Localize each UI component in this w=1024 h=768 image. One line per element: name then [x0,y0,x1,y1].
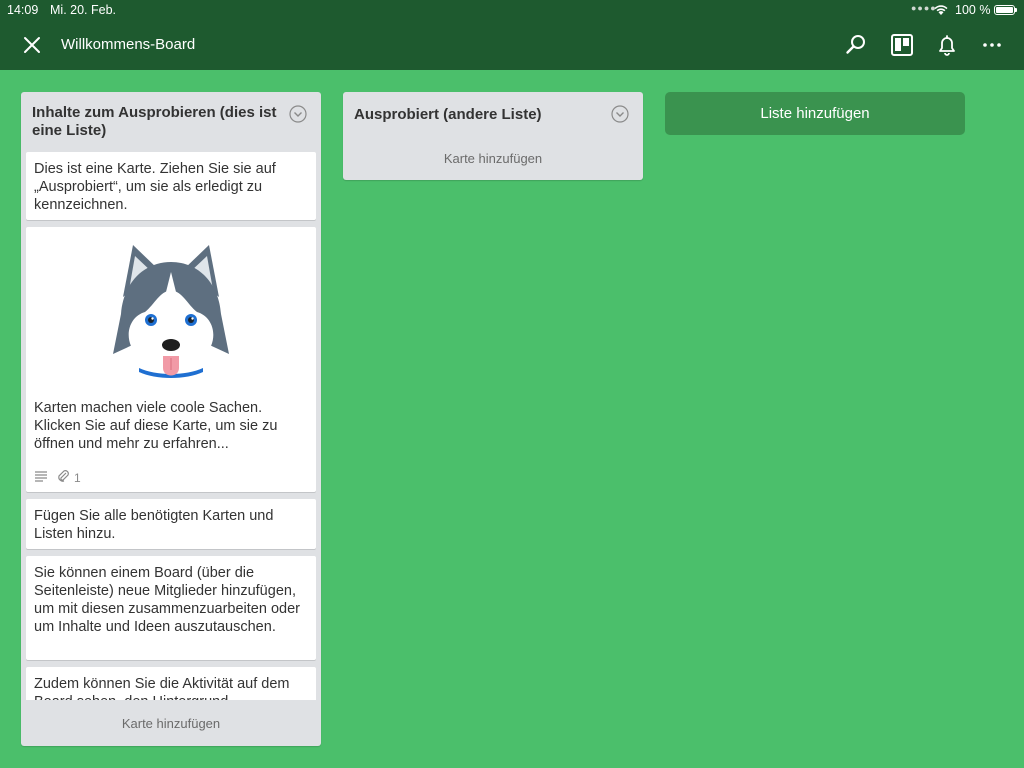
bell-icon[interactable] [935,33,959,57]
status-time: 14:09 [7,3,39,17]
add-list-button[interactable]: Liste hinzufügen [665,92,965,135]
list-ideas: Inhalte zum Ausprobieren (dies ist eine … [21,92,321,746]
description-icon [35,471,47,482]
chevron-down-icon[interactable] [611,105,629,123]
status-bar: 14:09 Mi. 20. Feb. ●●●● 100 % [0,0,1024,20]
more-icon[interactable] [980,33,1004,57]
husky-image [113,245,229,378]
list-card[interactable]: Sie können einem Board (über die Seitenl… [26,556,316,660]
cards-container[interactable]: Dies ist eine Karte. Ziehen Sie sie auf … [21,152,321,700]
card-text: Fügen Sie alle benötigten Karten und Lis… [34,508,274,542]
board-title: Willkommens-Board [61,36,196,53]
top-bar: 14:09 Mi. 20. Feb. ●●●● 100 % Willkommen… [0,0,1024,70]
list-title[interactable]: Ausprobiert (andere Liste) [354,106,609,124]
board-view-icon[interactable] [890,33,914,57]
chevron-down-icon[interactable] [289,105,307,123]
signal-icon: ●●●● [911,3,937,13]
list-title[interactable]: Inhalte zum Ausprobieren (dies ist eine … [32,104,287,140]
card-text: Sie können einem Board (über die Seitenl… [34,565,300,635]
navigation-bar: Willkommens-Board [0,22,1024,68]
list-card[interactable]: Fügen Sie alle benötigten Karten und Lis… [26,499,316,549]
card-text: Dies ist eine Karte. Ziehen Sie sie auf … [34,161,276,213]
attachment-icon [58,470,69,482]
add-card-button[interactable]: Karte hinzufügen [343,151,643,166]
battery-icon [994,5,1017,15]
attachment-count: 1 [74,471,81,485]
search-icon[interactable] [844,33,868,57]
card-text: Zudem können Sie die Aktivität auf dem B… [34,676,290,700]
list-card[interactable]: Karten machen viele coole Sachen. Klicke… [26,227,316,492]
card-text: Karten machen viele coole Sachen. Klicke… [34,400,278,452]
list-done: Ausprobiert (andere Liste) Karte hinzufü… [343,92,643,180]
close-icon[interactable] [23,36,41,54]
list-card[interactable]: Zudem können Sie die Aktivität auf dem B… [26,667,316,700]
add-card-button[interactable]: Karte hinzufügen [21,716,321,731]
list-card[interactable]: Dies ist eine Karte. Ziehen Sie sie auf … [26,152,316,220]
wifi-icon [934,5,948,15]
battery-percent: 100 % [955,3,991,17]
status-date: Mi. 20. Feb. [50,3,116,17]
